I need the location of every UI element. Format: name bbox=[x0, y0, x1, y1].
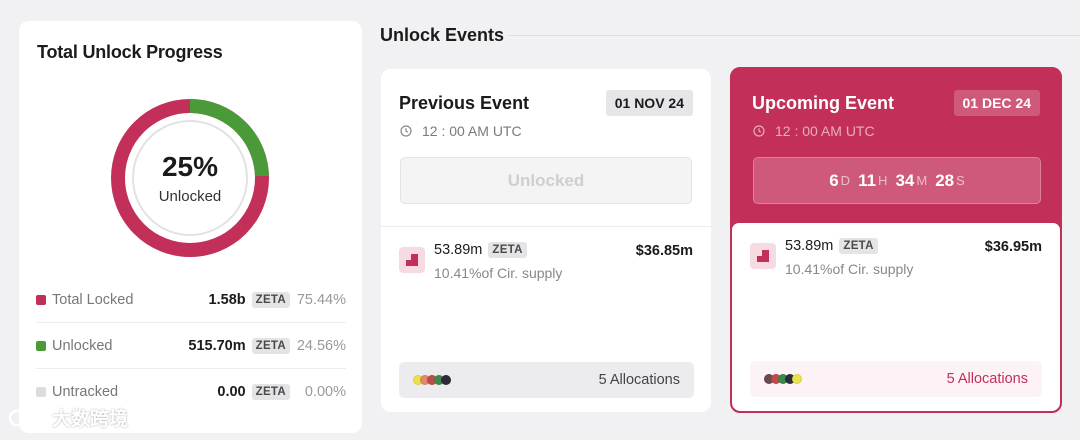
allocations-button[interactable]: 5 Allocations bbox=[399, 362, 694, 398]
legend-label: Total Locked bbox=[52, 291, 134, 308]
countdown-hours: 11 bbox=[858, 170, 877, 190]
unlock-progress-card: Total Unlock Progress 25% Unlocked Total… bbox=[19, 21, 362, 433]
countdown-days-unit: D bbox=[840, 173, 851, 188]
unlock-progress-title: Total Unlock Progress bbox=[37, 42, 223, 62]
allocations-button[interactable]: 5 Allocations bbox=[750, 361, 1042, 397]
previous-event-card[interactable]: Previous Event 01 NOV 24 12 : 00 AM UTC … bbox=[381, 69, 711, 412]
unlock-amount-value: 53.89m bbox=[785, 238, 834, 254]
circulating-supply-percent: 10.41%of Cir. supply bbox=[785, 261, 914, 277]
unlock-usd-value: $36.95m bbox=[984, 239, 1042, 255]
circulating-supply-percent: 10.41%of Cir. supply bbox=[434, 265, 563, 281]
event-time-label: 12 : 00 AM UTC bbox=[422, 123, 522, 139]
allocation-dots bbox=[413, 375, 599, 385]
countdown-hours-unit: H bbox=[878, 173, 888, 188]
legend-row-unlocked: Unlocked 515.70m ZETA 24.56% bbox=[36, 323, 346, 369]
legend-swatch bbox=[36, 387, 46, 397]
token-chip: ZETA bbox=[251, 337, 290, 354]
upcoming-event-title: Upcoming Event bbox=[752, 93, 895, 113]
section-divider bbox=[508, 35, 1080, 36]
token-unlock-icon bbox=[399, 247, 425, 273]
clock-icon bbox=[400, 125, 412, 137]
card-header: Upcoming Event 01 DEC 24 12 : 00 AM UTC … bbox=[732, 69, 1060, 227]
legend-amount: 0.00 bbox=[217, 384, 246, 400]
watermark-text: 大数跨境 bbox=[52, 409, 129, 430]
unlock-amount: 53.89m ZETA bbox=[785, 238, 878, 254]
legend-amount: 1.58b bbox=[208, 291, 246, 308]
event-time: 12 : 00 AM UTC bbox=[400, 123, 522, 139]
donut-center: 25% Unlocked bbox=[111, 99, 269, 257]
previous-event-title: Previous Event bbox=[399, 93, 530, 113]
event-time-label: 12 : 00 AM UTC bbox=[775, 123, 875, 139]
legend-percent: 24.56% bbox=[296, 337, 346, 354]
countdown-box: 6D 11 H 34 M 28 S bbox=[753, 157, 1041, 204]
legend-percent: 0.00% bbox=[304, 384, 346, 400]
watermark-logo-icon bbox=[8, 406, 48, 426]
token-chip: ZETA bbox=[839, 238, 878, 254]
legend-label: Untracked bbox=[52, 384, 119, 400]
legend-row-total-locked: Total Locked 1.58b ZETA 75.44% bbox=[36, 277, 346, 323]
card-header: Previous Event 01 NOV 24 12 : 00 AM UTC … bbox=[381, 69, 711, 227]
token-unlock-icon bbox=[750, 243, 776, 269]
legend-swatch bbox=[36, 294, 46, 305]
event-time: 12 : 00 AM UTC bbox=[753, 123, 875, 139]
allocation-dots bbox=[764, 374, 947, 384]
token-chip: ZETA bbox=[251, 291, 290, 308]
legend-swatch bbox=[36, 340, 46, 351]
card-body: 53.89m ZETA 10.41%of Cir. supply $36.95m… bbox=[732, 223, 1060, 411]
unlock-events-title: Unlock Events bbox=[380, 25, 505, 45]
allocations-label: 5 Allocations bbox=[946, 371, 1028, 387]
token-chip: ZETA bbox=[251, 384, 290, 400]
allocation-dot bbox=[792, 374, 802, 384]
event-date-badge: 01 DEC 24 bbox=[953, 90, 1040, 116]
unlock-usd-value: $36.85m bbox=[635, 243, 693, 259]
unlock-amount: 53.89m ZETA bbox=[434, 242, 527, 258]
countdown-minutes: 34 bbox=[895, 170, 915, 190]
token-chip: ZETA bbox=[488, 242, 527, 258]
allocation-dot bbox=[441, 375, 451, 385]
card-body: 53.89m ZETA 10.41%of Cir. supply $36.85m… bbox=[381, 227, 711, 412]
upcoming-event-card[interactable]: Upcoming Event 01 DEC 24 12 : 00 AM UTC … bbox=[730, 67, 1062, 413]
unlock-amount-value: 53.89m bbox=[434, 242, 483, 258]
unlocked-percent: 25% bbox=[161, 150, 219, 182]
clock-icon bbox=[753, 125, 765, 137]
watermark: 大数跨境 bbox=[8, 404, 128, 431]
event-date-badge: 01 NOV 24 bbox=[605, 90, 693, 116]
countdown-minutes-unit: M bbox=[916, 173, 928, 188]
countdown-seconds-unit: S bbox=[956, 173, 965, 188]
allocations-label: 5 Allocations bbox=[598, 372, 680, 388]
unlocked-caption: Unlocked bbox=[158, 187, 222, 205]
legend-amount: 515.70m bbox=[188, 337, 246, 354]
countdown-days: 6 bbox=[829, 170, 839, 190]
legend-label: Unlocked bbox=[52, 337, 113, 354]
unlock-legend: Total Locked 1.58b ZETA 75.44% Unlocked … bbox=[36, 277, 346, 415]
countdown-seconds: 28 bbox=[935, 170, 955, 190]
unlocked-status-box: Unlocked bbox=[400, 157, 692, 204]
legend-percent: 75.44% bbox=[296, 291, 346, 308]
